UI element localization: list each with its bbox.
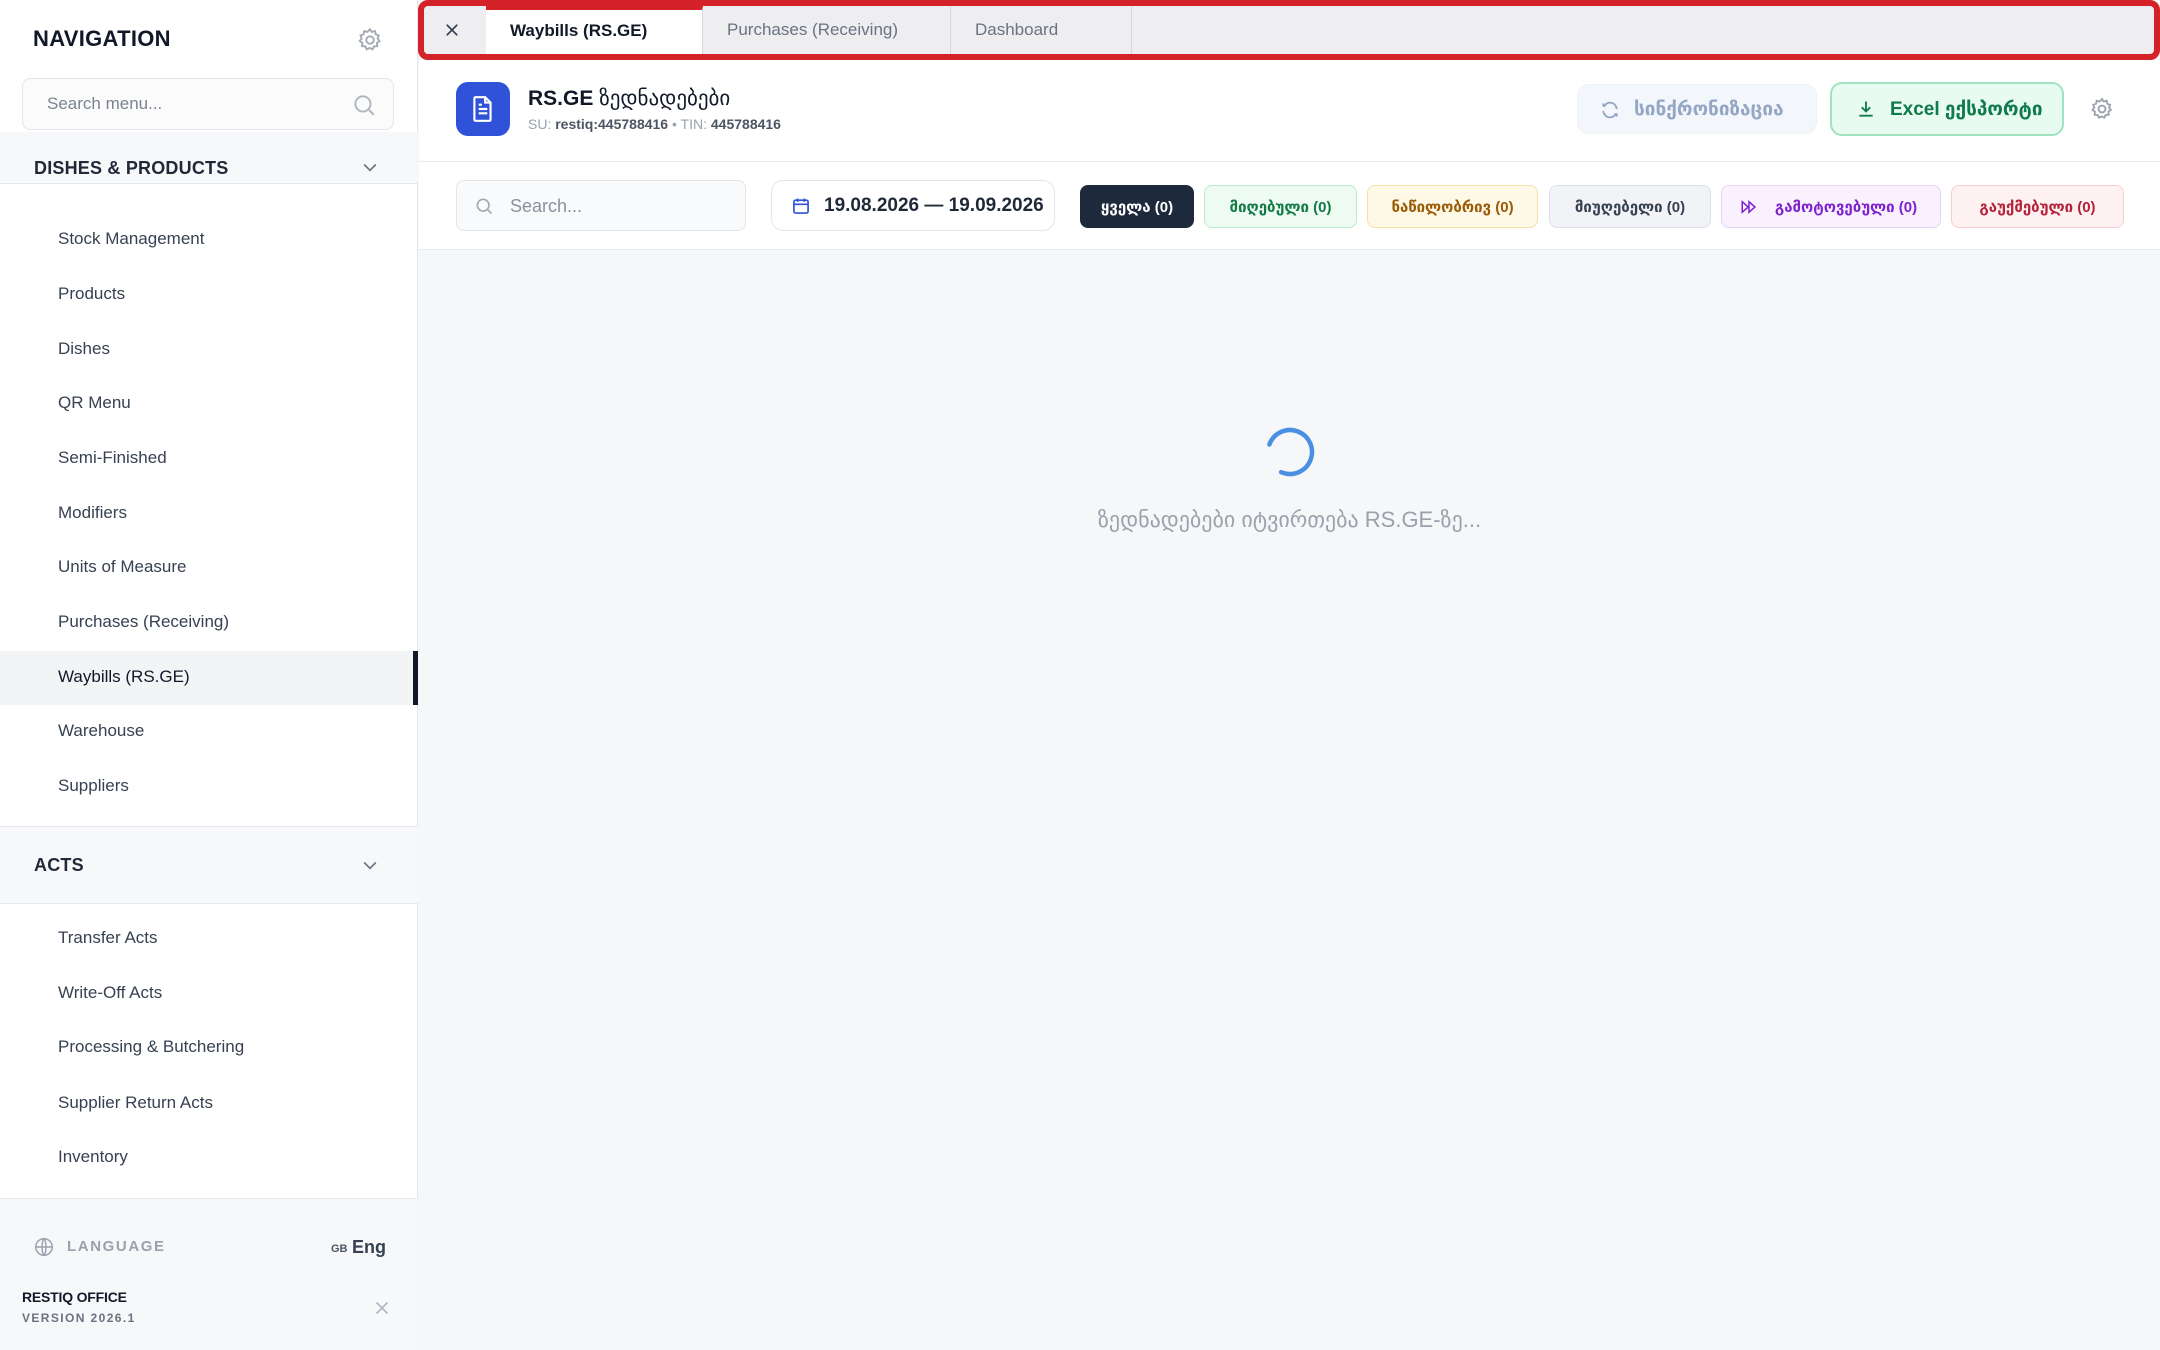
page-header: RS.GE ზედნადებები SU: restiq:445788416 •… (419, 60, 2160, 162)
sidebar-item-label: Modifiers (58, 503, 127, 522)
close-icon[interactable] (371, 1297, 393, 1319)
tab-dashboard[interactable]: Dashboard (951, 6, 1132, 54)
filter-chip-received[interactable]: მიღებული (0) (1204, 185, 1357, 228)
sidebar-item-label: Waybills (RS.GE) (58, 667, 190, 686)
sidebar-item-inventory[interactable]: Inventory (0, 1131, 418, 1185)
divider (0, 903, 418, 904)
chip-label: ყველა (0) (1100, 199, 1174, 216)
sidebar-item-label: Dishes (58, 339, 110, 358)
sidebar-search-input[interactable]: Search menu... (22, 78, 394, 130)
excel-export-label: Excel ექსპორტი (1890, 99, 2043, 120)
tab-purchases[interactable]: Purchases (Receiving) (703, 6, 951, 54)
sidebar-footer: LANGUAGE GB Eng RESTIQ OFFICE VERSION 20… (0, 1198, 418, 1350)
filter-chip-cancelled[interactable]: გაუქმებული (0) (1951, 185, 2124, 228)
language-selector[interactable]: Eng (352, 1237, 386, 1258)
sidebar-item-label: Inventory (58, 1147, 128, 1166)
search-placeholder: Search... (510, 196, 583, 216)
sidebar-item-write-off-acts[interactable]: Write-Off Acts (0, 967, 418, 1021)
filter-chip-all[interactable]: ყველა (0) (1080, 185, 1194, 228)
gear-icon[interactable] (356, 26, 384, 54)
sidebar-item-label: Write-Off Acts (58, 983, 163, 1002)
tab-waybills[interactable]: Waybills (RS.GE) (486, 6, 703, 54)
sidebar-item-label: Transfer Acts (58, 928, 158, 947)
flag-icon: GB (331, 1243, 348, 1255)
page-subtitle: SU: restiq:445788416 • TIN: 445788416 (528, 116, 781, 132)
sidebar-item-label: Purchases (Receiving) (58, 612, 230, 631)
sync-button-label: სინქრონიზაცია (1634, 99, 1784, 120)
download-icon (1859, 101, 1873, 117)
sidebar-title: NAVIGATION (33, 26, 171, 51)
brand-name: RESTIQ OFFICE (22, 1289, 127, 1305)
sidebar-item-label: Suppliers (58, 776, 129, 795)
group-title: ACTS (34, 855, 84, 875)
sidebar-item-modifiers[interactable]: Modifiers (0, 487, 418, 541)
loading-message: ზედნადებები იტვირთება RS.GE-ზე... (1097, 507, 1482, 532)
page-title: RS.GE ზედნადებები (528, 87, 731, 110)
group-title: DISHES & PRODUCTS (34, 158, 229, 178)
divider (0, 183, 418, 184)
sidebar-item-transfer-acts[interactable]: Transfer Acts (0, 912, 418, 966)
group-acts[interactable]: ACTS (0, 827, 418, 903)
sidebar-item-processing-butchering[interactable]: Processing & Butchering (0, 1021, 418, 1075)
sidebar-item-label: Stock Management (58, 229, 205, 248)
sidebar-item-label: Processing & Butchering (58, 1037, 245, 1056)
tab-label: Dashboard (975, 20, 1059, 39)
sync-button[interactable]: სინქრონიზაცია (1577, 84, 1817, 134)
sidebar-item-units-of-measure[interactable]: Units of Measure (0, 541, 418, 595)
filter-chip-partial[interactable]: ნაწილობრივ (0) (1367, 185, 1538, 228)
chip-label: გამოტოვებული (0) (1774, 199, 1918, 216)
sidebar-item-purchases[interactable]: Purchases (Receiving) (0, 596, 418, 650)
sidebar-item-stock-management[interactable]: Stock Management (0, 213, 418, 267)
sidebar-item-label: QR Menu (58, 393, 131, 412)
close-icon (446, 24, 458, 36)
loading-spinner-icon (1265, 427, 1315, 477)
sidebar-item-label: Products (58, 284, 126, 303)
sidebar-item-warehouse[interactable]: Warehouse (0, 705, 418, 759)
globe-icon (35, 1238, 53, 1256)
sidebar-item-dishes[interactable]: Dishes (0, 323, 418, 377)
settings-gear-icon[interactable] (2089, 96, 2115, 122)
chip-label: ნაწილობრივ (0) (1391, 199, 1514, 216)
sidebar-item-label: Semi-Finished (58, 448, 167, 467)
sidebar-item-supplier-return-acts[interactable]: Supplier Return Acts (0, 1077, 418, 1131)
refresh-icon (1602, 101, 1618, 119)
sidebar-item-label: Supplier Return Acts (58, 1093, 213, 1112)
close-tab-button[interactable] (426, 6, 486, 54)
excel-export-button[interactable]: Excel ექსპორტი (1830, 82, 2064, 136)
sidebar: NAVIGATION Search menu... DISHES & PRODU… (0, 0, 418, 1350)
tab-label: Purchases (Receiving) (727, 20, 899, 39)
version-label: VERSION 2026.1 (22, 1311, 136, 1325)
language-label: LANGUAGE (67, 1238, 166, 1255)
sidebar-item-suppliers[interactable]: Suppliers (0, 760, 418, 814)
sidebar-item-products[interactable]: Products (0, 268, 418, 322)
date-range-picker[interactable]: 19.08.2026 — 19.09.2026 (771, 180, 1055, 231)
sidebar-item-qr-menu[interactable]: QR Menu (0, 377, 418, 431)
filter-chip-skipped[interactable]: გამოტოვებული (0) (1721, 185, 1941, 228)
date-range-label: 19.08.2026 — 19.09.2026 (824, 195, 1044, 216)
tab-bar: Waybills (RS.GE) Purchases (Receiving) D… (418, 0, 2160, 60)
chevron-down-icon (363, 163, 377, 172)
tab-label: Waybills (RS.GE) (510, 21, 648, 40)
chip-label: მიღებული (0) (1229, 199, 1332, 216)
chip-label: გაუქმებული (0) (1979, 199, 2096, 216)
chip-label: მიუღებელი (0) (1574, 199, 1686, 216)
sidebar-search-placeholder: Search menu... (47, 94, 163, 113)
chevron-down-icon (363, 861, 377, 870)
group-dishes-products[interactable]: DISHES & PRODUCTS (0, 132, 418, 182)
sidebar-item-label: Warehouse (58, 721, 145, 740)
search-icon (476, 198, 493, 215)
filter-bar: Search... 19.08.2026 — 19.09.2026 ყველა … (419, 162, 2160, 250)
sidebar-item-semi-finished[interactable]: Semi-Finished (0, 432, 418, 486)
filter-chip-unaccepted[interactable]: მიუღებელი (0) (1549, 185, 1711, 228)
sidebar-item-waybills[interactable]: Waybills (RS.GE) (0, 651, 418, 705)
search-icon (354, 95, 375, 116)
calendar-icon (793, 198, 809, 214)
sidebar-item-label: Units of Measure (58, 557, 187, 576)
search-input[interactable]: Search... (456, 180, 746, 231)
document-icon (456, 82, 510, 136)
